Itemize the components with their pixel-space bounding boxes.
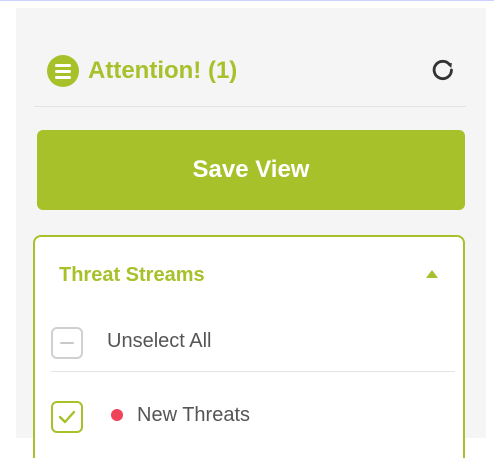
new-threats-status-dot bbox=[111, 409, 123, 421]
header-divider bbox=[34, 106, 466, 107]
unselect-all-label: Unselect All bbox=[107, 330, 212, 352]
checkmark-icon bbox=[58, 410, 76, 424]
threat-streams-card: Threat Streams Unselect All New Threats bbox=[33, 235, 465, 458]
threat-streams-title: Threat Streams bbox=[59, 264, 205, 286]
new-threats-checkbox[interactable] bbox=[51, 401, 83, 433]
list-icon-bar bbox=[55, 76, 71, 79]
list-icon bbox=[47, 55, 79, 87]
unselect-all-row[interactable]: Unselect All bbox=[35, 311, 463, 369]
minus-icon bbox=[60, 342, 74, 344]
new-threats-row[interactable]: New Threats bbox=[35, 385, 463, 443]
list-icon-bar bbox=[55, 64, 71, 67]
refresh-icon[interactable] bbox=[430, 57, 456, 83]
list-icon-bar bbox=[55, 70, 71, 73]
attention-title: Attention! (1) bbox=[88, 57, 238, 84]
save-view-button[interactable]: Save View bbox=[37, 130, 465, 210]
new-threats-label: New Threats bbox=[137, 404, 251, 426]
threat-streams-divider bbox=[51, 371, 455, 372]
attention-header: Attention! (1) bbox=[32, 49, 462, 93]
unselect-all-checkbox[interactable] bbox=[51, 327, 83, 359]
caret-up-icon[interactable] bbox=[425, 269, 439, 279]
page: Attention! (1) Save View Threat Streams … bbox=[0, 1, 494, 458]
